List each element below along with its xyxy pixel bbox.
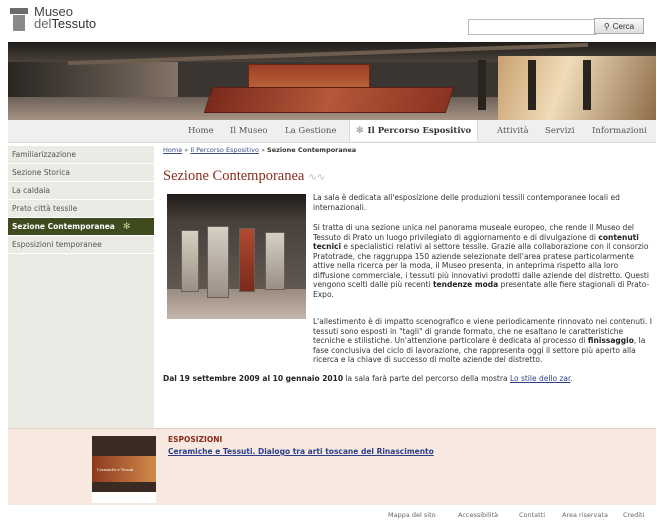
nav-il-percorso-espositivo[interactable]: ✻ Il Percorso Espositivo: [349, 120, 479, 141]
bold-date-range: Dal 19 settembre 2009 al 10 gennaio 2010: [163, 374, 344, 383]
page-title: Sezione Contemporanea ∿∿: [163, 168, 325, 185]
exhibition-room-photo: [167, 194, 306, 319]
footer-link-crediti[interactable]: Crediti: [623, 511, 644, 519]
breadcrumb-current: Sezione Contemporanea: [267, 146, 357, 154]
logo-line-2-prefix: del: [34, 16, 52, 31]
lo-stile-dello-zar-link[interactable]: Lo stile dello zar: [510, 374, 570, 383]
sidebar-item-la-caldaia[interactable]: La caldaia: [8, 182, 154, 200]
exhibitions-box: Ceramiche e Tessuti ESPOSIZIONI Ceramich…: [8, 428, 656, 505]
bold-finissaggio: finissaggio: [587, 336, 634, 345]
header-banner-image: [8, 42, 656, 120]
paragraph-intro: La sala è dedicata all'esposizione delle…: [313, 193, 620, 212]
search-button-label: Cerca: [612, 21, 635, 31]
breadcrumb: Home » Il Percorso Espositivo » Sezione …: [163, 146, 653, 156]
sidebar-item-prato-citta-tessile[interactable]: Prato città tessile: [8, 200, 154, 218]
search-button[interactable]: ⚲ Cerca: [594, 18, 644, 34]
nav-informazioni[interactable]: Informazioni: [592, 126, 647, 136]
exhibitions-heading: ESPOSIZIONI: [168, 435, 223, 444]
site-header: Museo delTessuto ⚲ Cerca: [0, 0, 657, 42]
page-title-text: Sezione Contemporanea: [163, 168, 305, 184]
paragraph-mostra: Dal 19 settembre 2009 al 10 gennaio 2010…: [163, 374, 653, 384]
sidebar-item-familiarizzazione[interactable]: Familiarizzazione: [8, 146, 154, 164]
decorative-squiggle-icon: ∿∿: [308, 172, 326, 183]
paragraph-allestimento-start: L'allestimento è di impatto scenografico…: [313, 317, 653, 365]
search-input[interactable]: [468, 19, 597, 35]
footer-link-accessibilita[interactable]: Accessibilità: [458, 511, 498, 519]
text-segment: Si tratta di una sezione unica nel panor…: [313, 223, 635, 242]
footer-link-area-riservata[interactable]: Area riservata: [562, 511, 608, 519]
paragraph-description: Si tratta di una sezione unica nel panor…: [313, 223, 653, 299]
site-footer: Mappa del sito Accessibilità Contatti Ar…: [0, 508, 657, 521]
footer-link-mappa[interactable]: Mappa del sito: [388, 511, 436, 519]
sidebar-item-sezione-storica[interactable]: Sezione Storica: [8, 164, 154, 182]
nav-il-museo[interactable]: Il Museo: [230, 126, 267, 136]
text-segment: la sala farà parte del percorso della mo…: [343, 374, 510, 383]
main-content: Home » Il Percorso Espositivo » Sezione …: [163, 146, 653, 383]
breadcrumb-home-link[interactable]: Home: [163, 146, 182, 154]
sidebar-item-sezione-contemporanea[interactable]: Sezione Contemporanea ✻: [8, 218, 154, 236]
bold-tendenze-moda: tendenze moda: [432, 280, 499, 289]
exhibition-link[interactable]: Ceramiche e Tessuti. Dialogo tra arti to…: [168, 447, 434, 456]
flower-icon: ✻: [122, 221, 131, 232]
nav-attivita[interactable]: Attività: [497, 126, 529, 136]
nav-active-label: Il Percorso Espositivo: [367, 125, 472, 136]
nav-la-gestione[interactable]: La Gestione: [285, 126, 336, 136]
logo-line-2-bold: Tessuto: [51, 16, 97, 31]
sidebar-item-esposizioni-temporanee[interactable]: Esposizioni temporanee: [8, 236, 154, 254]
exhibition-poster-image[interactable]: Ceramiche e Tessuti: [92, 436, 156, 503]
poster-caption: Ceramiche e Tessuti: [97, 467, 134, 472]
footer-link-contatti[interactable]: Contatti: [519, 511, 545, 519]
logo-mark-icon: [8, 6, 30, 32]
main-navigation: Home Il Museo La Gestione ✻ Il Percorso …: [8, 120, 656, 143]
flower-icon: ✻: [356, 125, 364, 136]
museum-logo[interactable]: Museo delTessuto: [8, 5, 97, 32]
search-icon: ⚲: [603, 21, 610, 31]
breadcrumb-separator: »: [258, 146, 268, 154]
nav-home[interactable]: Home: [188, 126, 214, 136]
sidebar-item-label: Sezione Contemporanea: [12, 222, 115, 231]
breadcrumb-section-link[interactable]: Il Percorso Espositivo: [190, 146, 259, 154]
text-segment: .: [570, 374, 573, 383]
nav-servizi[interactable]: Servizi: [545, 126, 575, 136]
